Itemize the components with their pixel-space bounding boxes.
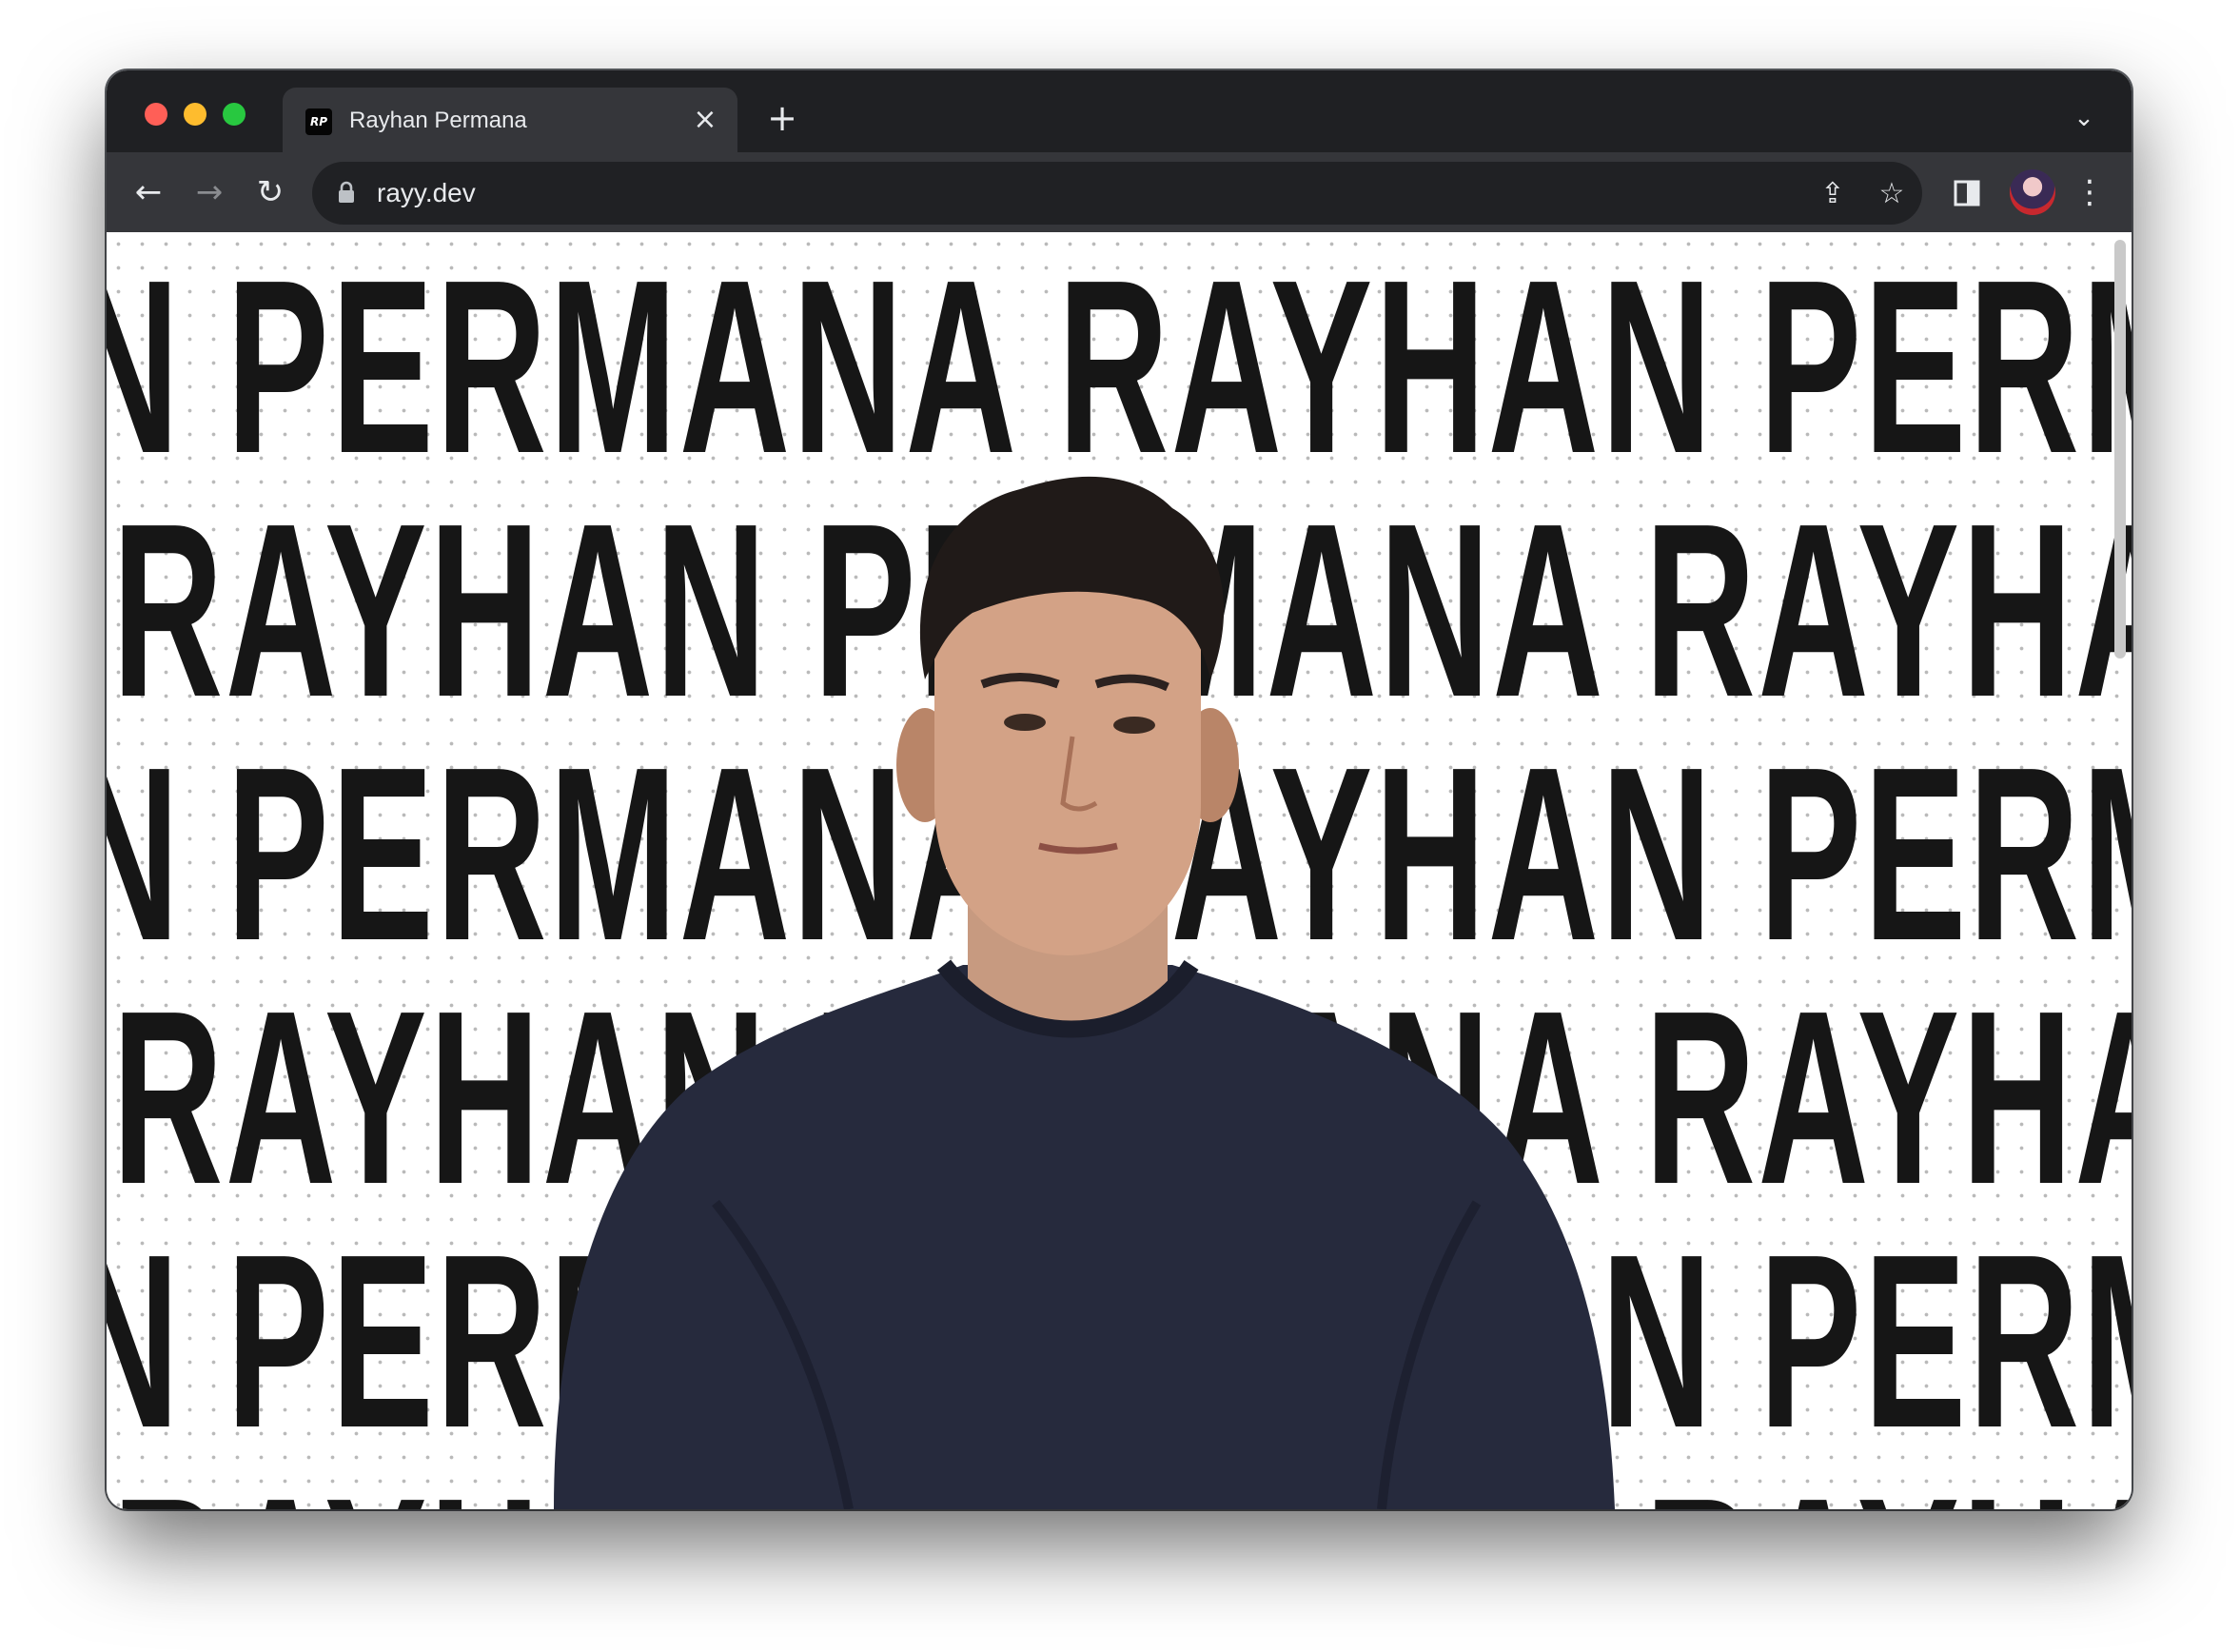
close-tab-icon[interactable]: × bbox=[690, 105, 720, 135]
browser-window: RP Rayhan Permana × + ⌄ ← → ↻ rayy.dev ⇪… bbox=[107, 70, 2132, 1509]
new-tab-icon[interactable]: + bbox=[763, 99, 801, 137]
close-window-button[interactable] bbox=[145, 103, 167, 126]
star-icon[interactable]: ☆ bbox=[1871, 173, 1913, 215]
site-favicon-icon: RP bbox=[305, 108, 332, 135]
url-text: rayy.dev bbox=[377, 178, 476, 207]
active-tab[interactable]: RP Rayhan Permana × bbox=[283, 88, 737, 152]
minimize-window-button[interactable] bbox=[184, 103, 206, 126]
tab-title: Rayhan Permana bbox=[349, 108, 527, 133]
back-arrow-icon[interactable]: ← bbox=[126, 169, 171, 215]
kebab-menu-icon[interactable]: ⋮ bbox=[2067, 169, 2112, 215]
browser-toolbar: ← → ↻ rayy.dev ⇪ ☆ ⋮ bbox=[107, 152, 2132, 232]
forward-arrow-icon[interactable]: → bbox=[187, 169, 232, 215]
reload-icon[interactable]: ↻ bbox=[247, 169, 293, 215]
tab-strip: RP Rayhan Permana × + ⌄ bbox=[107, 70, 2132, 152]
address-bar[interactable]: rayy.dev ⇪ ☆ bbox=[312, 162, 1922, 225]
page-content: N PERMANA RAYHAN PERMANA RAYHAN RAYHAN P… bbox=[107, 232, 2132, 1509]
page-scrollbar[interactable] bbox=[2114, 240, 2126, 659]
share-icon[interactable]: ⇪ bbox=[1812, 173, 1854, 215]
lock-icon bbox=[339, 181, 354, 203]
profile-avatar[interactable] bbox=[2010, 169, 2055, 215]
tab-search-chevron-icon[interactable]: ⌄ bbox=[2065, 99, 2103, 137]
maximize-window-button[interactable] bbox=[223, 103, 246, 126]
portrait-photo bbox=[554, 476, 1615, 1509]
side-panel-icon[interactable] bbox=[1953, 179, 1981, 207]
